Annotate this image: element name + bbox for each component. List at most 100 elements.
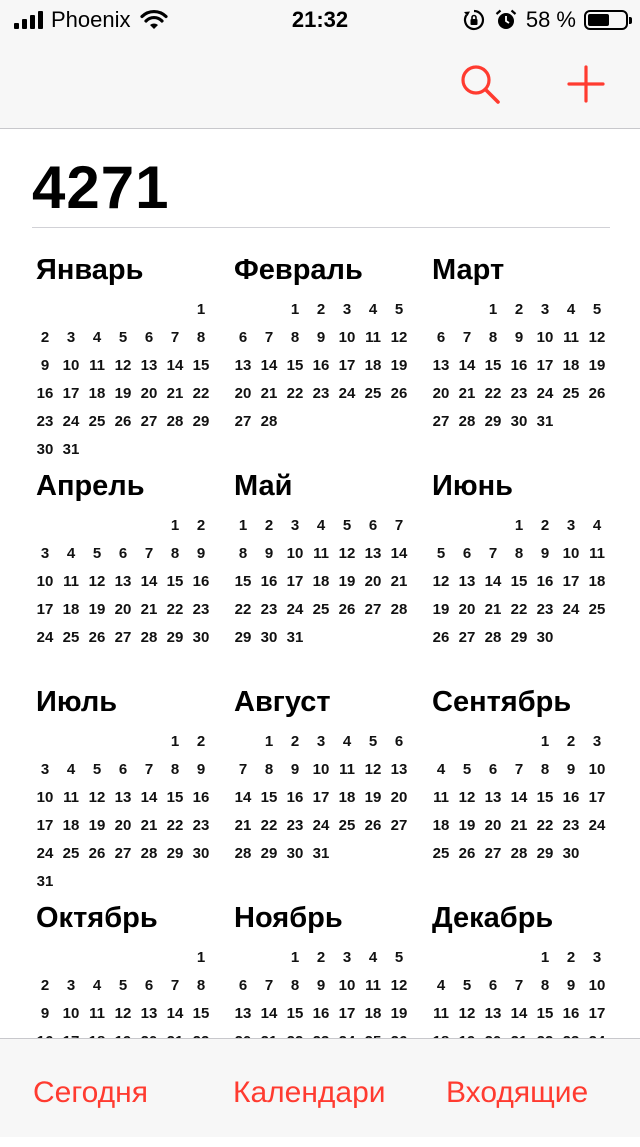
day-cell[interactable]: 15: [256, 784, 282, 812]
day-cell[interactable]: 18: [360, 1000, 386, 1028]
day-cell[interactable]: 6: [136, 324, 162, 352]
day-cell[interactable]: 7: [454, 324, 480, 352]
day-cell[interactable]: 17: [282, 568, 308, 596]
day-cell[interactable]: 8: [230, 540, 256, 568]
day-cell[interactable]: 28: [230, 840, 256, 868]
search-button[interactable]: [456, 60, 504, 108]
day-cell[interactable]: 20: [360, 568, 386, 596]
day-cell[interactable]: 22: [506, 596, 532, 624]
day-cell[interactable]: 1: [256, 728, 282, 756]
day-cell[interactable]: 8: [188, 972, 214, 1000]
day-cell[interactable]: 28: [136, 624, 162, 652]
day-cell[interactable]: 4: [84, 324, 110, 352]
day-cell[interactable]: 26: [84, 840, 110, 868]
day-cell[interactable]: 25: [308, 596, 334, 624]
day-cell[interactable]: 7: [162, 972, 188, 1000]
day-cell[interactable]: 12: [84, 784, 110, 812]
day-cell[interactable]: 16: [188, 568, 214, 596]
day-cell[interactable]: 8: [162, 540, 188, 568]
day-cell[interactable]: 3: [58, 324, 84, 352]
day-cell[interactable]: 31: [282, 624, 308, 652]
day-cell[interactable]: 5: [110, 972, 136, 1000]
day-cell[interactable]: 10: [282, 540, 308, 568]
day-cell[interactable]: 19: [84, 596, 110, 624]
day-cell[interactable]: 6: [454, 540, 480, 568]
day-cell[interactable]: 9: [188, 756, 214, 784]
day-cell[interactable]: 24: [308, 812, 334, 840]
day-cell[interactable]: 30: [532, 624, 558, 652]
day-cell[interactable]: 30: [282, 840, 308, 868]
day-cell[interactable]: 17: [334, 352, 360, 380]
day-cell[interactable]: 6: [110, 756, 136, 784]
day-cell[interactable]: 15: [162, 568, 188, 596]
day-cell[interactable]: 29: [506, 624, 532, 652]
day-cell[interactable]: 5: [454, 972, 480, 1000]
day-cell[interactable]: 10: [308, 756, 334, 784]
day-cell[interactable]: 26: [84, 624, 110, 652]
day-cell[interactable]: 17: [32, 812, 58, 840]
day-cell[interactable]: 9: [256, 540, 282, 568]
day-cell[interactable]: 1: [480, 296, 506, 324]
day-cell[interactable]: 28: [136, 840, 162, 868]
day-cell[interactable]: 22: [282, 380, 308, 408]
day-cell[interactable]: 23: [308, 380, 334, 408]
day-cell[interactable]: 31: [58, 436, 84, 464]
day-cell[interactable]: 4: [360, 944, 386, 972]
day-cell[interactable]: 2: [558, 728, 584, 756]
day-cell[interactable]: 30: [506, 408, 532, 436]
day-cell[interactable]: 13: [454, 568, 480, 596]
day-cell[interactable]: 14: [256, 352, 282, 380]
day-cell[interactable]: 13: [110, 784, 136, 812]
day-cell[interactable]: 2: [32, 972, 58, 1000]
day-cell[interactable]: 16: [188, 784, 214, 812]
day-cell[interactable]: 14: [506, 1000, 532, 1028]
day-cell[interactable]: 15: [506, 568, 532, 596]
day-cell[interactable]: 5: [84, 540, 110, 568]
month-august[interactable]: Август 1 2 3 4 5 6 7 8 9 10 11 12 13 14 15 16 17 18 19 20 21…: [230, 680, 412, 868]
day-cell[interactable]: 6: [480, 756, 506, 784]
day-cell[interactable]: 5: [360, 728, 386, 756]
day-cell[interactable]: 19: [584, 352, 610, 380]
day-cell[interactable]: 10: [58, 1000, 84, 1028]
day-cell[interactable]: 6: [136, 972, 162, 1000]
day-cell[interactable]: 15: [532, 784, 558, 812]
day-cell[interactable]: 13: [230, 1000, 256, 1028]
day-cell[interactable]: 24: [584, 812, 610, 840]
day-cell[interactable]: 18: [84, 380, 110, 408]
day-cell[interactable]: 26: [110, 408, 136, 436]
day-cell[interactable]: 28: [162, 408, 188, 436]
day-cell[interactable]: 18: [360, 352, 386, 380]
day-cell[interactable]: 7: [256, 972, 282, 1000]
day-cell[interactable]: 1: [188, 944, 214, 972]
day-cell[interactable]: 2: [32, 324, 58, 352]
day-cell[interactable]: 21: [162, 380, 188, 408]
day-cell[interactable]: 2: [256, 512, 282, 540]
day-cell[interactable]: 27: [360, 596, 386, 624]
day-cell[interactable]: 27: [386, 812, 412, 840]
day-cell[interactable]: 29: [188, 408, 214, 436]
day-cell[interactable]: 4: [360, 296, 386, 324]
day-cell[interactable]: 14: [454, 352, 480, 380]
day-cell[interactable]: 20: [454, 596, 480, 624]
today-button[interactable]: Сегодня: [33, 1039, 148, 1137]
day-cell[interactable]: 4: [58, 756, 84, 784]
day-cell[interactable]: 2: [532, 512, 558, 540]
month-february[interactable]: Февраль 1 2 3 4 5 6 7 8 9 10 11 12 13 14 15 16 17 18 19 20 2…: [230, 248, 412, 436]
day-cell[interactable]: 7: [162, 324, 188, 352]
day-cell[interactable]: 20: [386, 784, 412, 812]
day-cell[interactable]: 7: [230, 756, 256, 784]
day-cell[interactable]: 25: [334, 812, 360, 840]
day-cell[interactable]: 29: [162, 840, 188, 868]
day-cell[interactable]: 19: [454, 812, 480, 840]
month-june[interactable]: Июнь 1 2 3 4 5 6 7 8 9 10 11 12 13 14 15 16 17 18 19 20 21 22…: [428, 464, 610, 652]
day-cell[interactable]: 3: [334, 296, 360, 324]
day-cell[interactable]: 1: [532, 728, 558, 756]
day-cell[interactable]: 6: [360, 512, 386, 540]
day-cell[interactable]: 27: [110, 840, 136, 868]
day-cell[interactable]: 13: [480, 1000, 506, 1028]
day-cell[interactable]: 10: [558, 540, 584, 568]
day-cell[interactable]: 23: [282, 812, 308, 840]
day-cell[interactable]: 13: [136, 1000, 162, 1028]
day-cell[interactable]: 9: [32, 1000, 58, 1028]
day-cell[interactable]: 19: [110, 380, 136, 408]
